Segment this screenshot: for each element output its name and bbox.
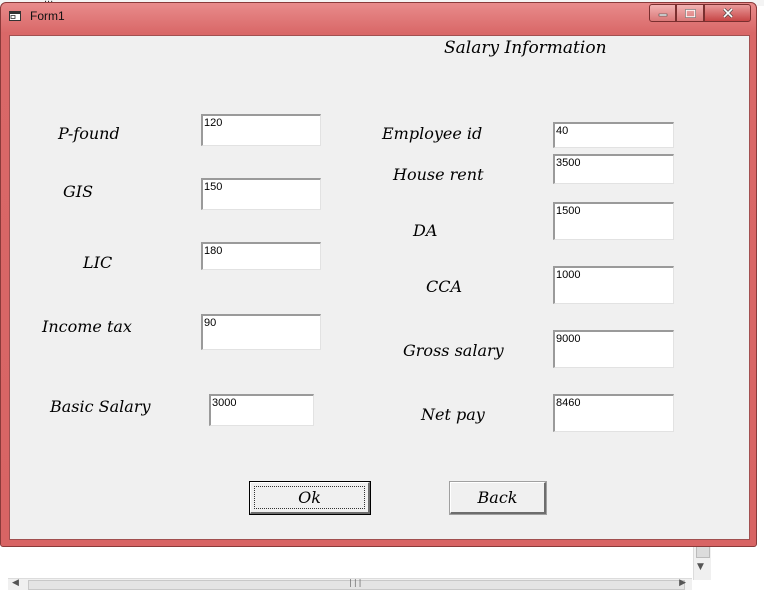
minimize-button[interactable]	[649, 4, 676, 22]
basic-salary-input[interactable]: 3000	[209, 394, 314, 426]
net-pay-input[interactable]: 8460	[553, 394, 674, 432]
basic-salary-label: Basic Salary	[50, 397, 151, 416]
income-tax-input[interactable]: 90	[201, 314, 321, 350]
da-label: DA	[413, 221, 438, 240]
employee-id-input[interactable]: 40	[553, 122, 674, 148]
income-tax-label: Income tax	[42, 317, 132, 336]
form-client-area: Salary Information P-found 120 GIS 150 L…	[9, 35, 750, 540]
gis-input[interactable]: 150	[201, 178, 321, 210]
form-icon	[9, 11, 21, 21]
back-button[interactable]: Back	[450, 482, 546, 514]
lic-input[interactable]: 180	[201, 242, 321, 270]
scroll-left-arrow-icon[interactable]: ◀	[12, 578, 19, 588]
house-rent-input[interactable]: 3500	[553, 154, 674, 184]
horizontal-scrollbar[interactable]: ◀ ||| ▶	[8, 578, 692, 590]
title-bar[interactable]: Form1	[1, 3, 756, 29]
net-pay-label: Net pay	[421, 405, 485, 424]
close-icon	[722, 8, 733, 18]
scroll-down-arrow-icon[interactable]: ▼	[697, 562, 704, 572]
ok-button[interactable]: Ok	[250, 482, 370, 514]
p-found-label: P-found	[58, 124, 120, 143]
minimize-icon	[658, 13, 667, 17]
gross-salary-input[interactable]: 9000	[553, 330, 674, 368]
cca-label: CCA	[426, 277, 463, 296]
close-button[interactable]	[704, 4, 751, 22]
lic-label: LIC	[83, 253, 113, 272]
maximize-icon	[684, 8, 696, 18]
scroll-grip: |||	[348, 578, 363, 587]
window-title: Form1	[30, 9, 65, 23]
maximize-button[interactable]	[676, 4, 704, 22]
scroll-right-arrow-icon[interactable]: ▶	[679, 578, 686, 588]
cca-input[interactable]: 1000	[553, 266, 674, 304]
gis-label: GIS	[63, 182, 94, 201]
form-heading: Salary Information	[444, 38, 607, 58]
employee-id-label: Employee id	[382, 124, 483, 143]
gross-salary-label: Gross salary	[403, 341, 504, 360]
p-found-input[interactable]: 120	[201, 114, 321, 146]
house-rent-label: House rent	[393, 165, 484, 184]
form-window: Form1 Salary Information P-found 120 GIS…	[0, 2, 757, 547]
da-input[interactable]: 1500	[553, 202, 674, 240]
